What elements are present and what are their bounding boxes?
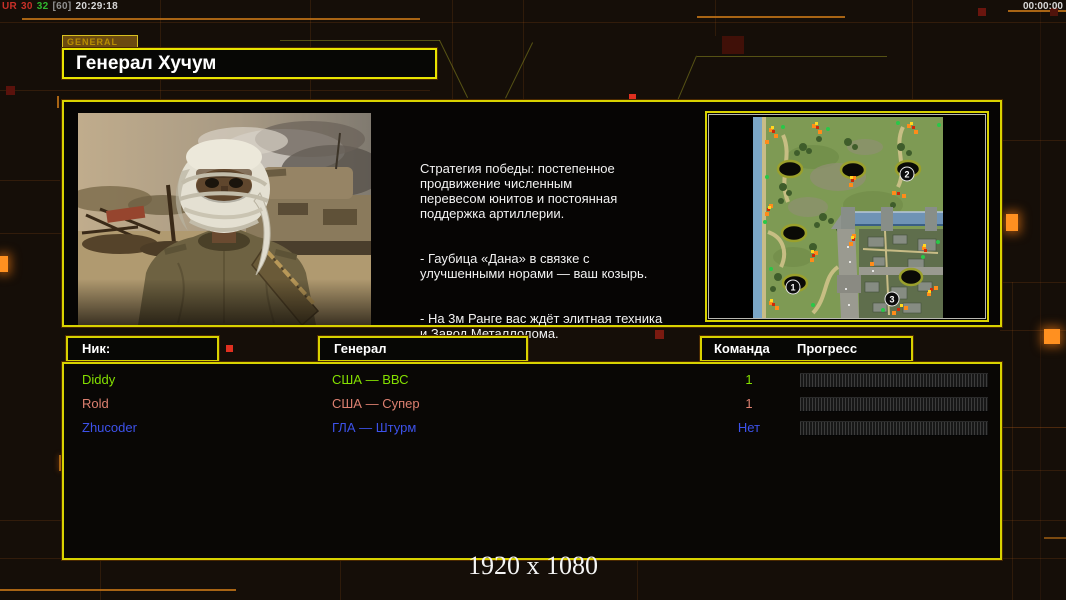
match-timer: 00:00:00 — [1022, 1, 1063, 12]
svg-text:3: 3 — [889, 295, 894, 305]
player-nick: Zhucoder — [82, 420, 137, 435]
minimap-panel: 1 2 3 — [705, 111, 989, 322]
general-portrait-image — [68, 113, 385, 327]
player-team: Нет — [737, 420, 761, 435]
player-general: США — ВВС — [332, 372, 409, 387]
player-row: Diddy США — ВВС 1 — [64, 368, 1000, 392]
net-label: UR — [2, 1, 18, 12]
map-marker-3: 3 — [884, 291, 900, 307]
minimap-image: 1 2 3 — [753, 117, 943, 318]
net-value-3: [60] — [52, 1, 72, 12]
player-row: Zhucoder ГЛА — Штурм Нет — [64, 416, 1000, 440]
player-row: Rold США — Супер 1 — [64, 392, 1000, 416]
player-general: США — Супер — [332, 396, 420, 411]
screen: UR 30 32 [60] 20:29:18 00:00:00 GENERAL Гене… — [0, 0, 1066, 600]
svg-text:2: 2 — [904, 170, 909, 180]
column-header-progress: Прогресс — [797, 341, 858, 356]
column-header-general: Генерал — [318, 336, 528, 362]
player-nick: Diddy — [82, 372, 116, 387]
progress-bar — [800, 421, 988, 436]
player-team: 1 — [745, 372, 753, 387]
general-title: Генерал Хучум — [62, 48, 437, 79]
general-info-panel: Стратегия победы: постепенное продвижени… — [62, 100, 1002, 341]
general-portrait — [68, 113, 385, 327]
strategy-paragraph: - Гаубица «Дана» в связке с улучшенными … — [420, 251, 648, 281]
player-nick: Rold — [82, 396, 109, 411]
network-stats: UR 30 32 [60] 20:29:18 — [2, 1, 122, 12]
net-value-2: 32 — [36, 1, 49, 12]
hud-clock: 20:29:18 — [75, 1, 118, 12]
svg-text:1: 1 — [790, 283, 795, 293]
player-general: ГЛА — Штурм — [332, 420, 417, 435]
net-value-1: 30 — [21, 1, 33, 12]
column-header-team: Команда — [714, 341, 770, 356]
progress-bar — [800, 397, 988, 412]
players-panel: Diddy США — ВВС 1 Rold США — Супер 1 Zhu… — [62, 362, 1002, 560]
column-header-team-progress: Команда Прогресс — [700, 336, 913, 362]
map-marker-2: 2 — [899, 166, 915, 182]
player-team: 1 — [745, 396, 753, 411]
map-marker-1: 1 — [785, 279, 801, 295]
progress-bar — [800, 373, 988, 388]
general-tab: GENERAL — [62, 35, 138, 48]
resolution-label: 1920 x 1080 — [468, 551, 598, 580]
minimap-frame: 1 2 3 — [708, 114, 986, 319]
column-header-nick: Ник: — [66, 336, 219, 362]
strategy-paragraph: Стратегия победы: постепенное продвижени… — [420, 161, 618, 221]
